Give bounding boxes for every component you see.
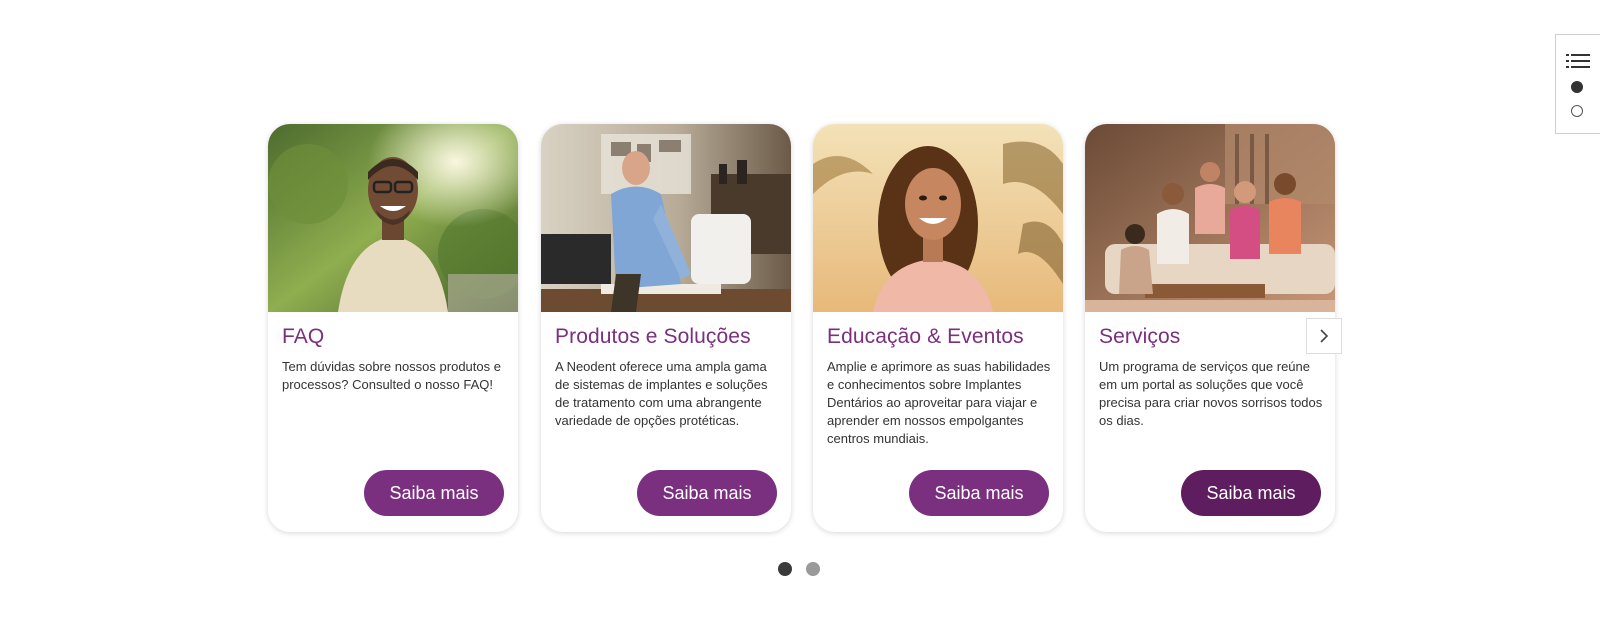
card-title: Educação & Eventos	[827, 325, 1024, 348]
saiba-mais-button[interactable]: Saiba mais	[909, 470, 1049, 516]
card-faq: FAQ Tem dúvidas sobre nossos produtos e …	[268, 124, 518, 532]
list-icon[interactable]	[1566, 53, 1590, 74]
card-description: Amplie e aprimore as suas habilidades e …	[827, 359, 1051, 446]
saiba-mais-button[interactable]: Saiba mais	[364, 470, 504, 516]
card-educacao-eventos: Educação & Eventos Amplie e aprimore as …	[813, 124, 1063, 532]
pagination-dot-1[interactable]	[778, 562, 792, 576]
saiba-mais-button[interactable]: Saiba mais	[1181, 470, 1321, 516]
card-image-servicos	[1085, 124, 1335, 312]
card-servicos: Serviços Um programa de serviços que reú…	[1085, 124, 1335, 532]
card-title: Serviços	[1099, 325, 1181, 348]
section-nav	[1555, 34, 1600, 134]
card-title: Produtos e Soluções	[555, 325, 751, 348]
card-description: A Neodent oferece uma ampla gama de sist…	[555, 359, 768, 428]
card-image-faq	[268, 124, 518, 312]
card-produtos-solucoes: Produtos e Soluções A Neodent oferece um…	[541, 124, 791, 532]
card-image-produtos	[541, 124, 791, 312]
card-description: Um programa de serviços que reúne em um …	[1099, 359, 1323, 428]
card-description: Tem dúvidas sobre nossos produtos e proc…	[282, 359, 501, 392]
pagination-dot-2[interactable]	[806, 562, 820, 576]
saiba-mais-button[interactable]: Saiba mais	[637, 470, 777, 516]
card-title: FAQ	[282, 325, 325, 348]
cards-carousel: FAQ Tem dúvidas sobre nossos produtos e …	[0, 0, 1600, 626]
section-dot-2[interactable]	[1571, 105, 1583, 117]
card-image-educacao	[813, 124, 1063, 312]
chevron-right-icon	[1320, 329, 1329, 343]
carousel-pagination	[778, 562, 820, 576]
section-dot-1[interactable]	[1571, 81, 1583, 93]
carousel-next-button[interactable]	[1306, 318, 1342, 354]
